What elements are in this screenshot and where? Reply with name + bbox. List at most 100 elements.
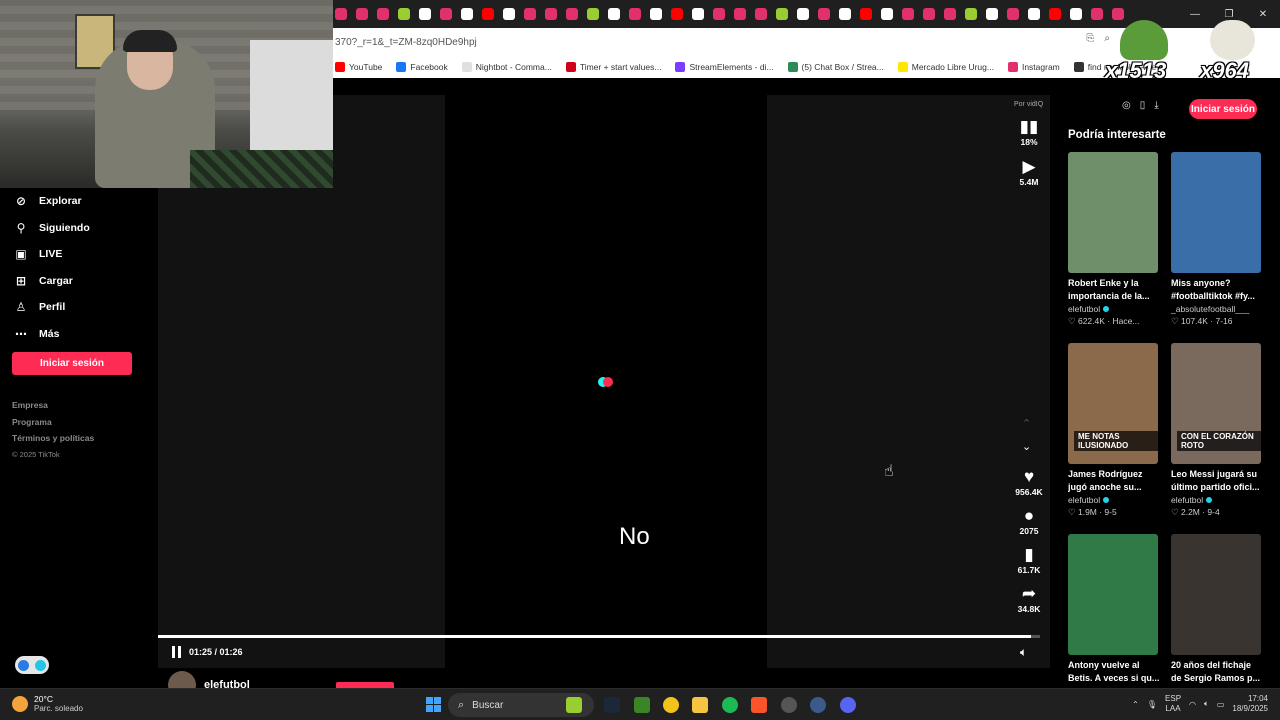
card-title[interactable]: Leo Messi jugará su último partido ofici… (1171, 468, 1263, 495)
save-button[interactable]: ▮ 61.7K (1014, 545, 1044, 575)
bookmark-item[interactable]: Instagram (1006, 62, 1060, 72)
suggestion-card[interactable]: Robert Enke y la importancia de la... ele… (1068, 152, 1160, 327)
browser-tab-icon[interactable] (482, 8, 494, 20)
compass-small-icon[interactable]: ◎ (1122, 100, 1131, 111)
suggestion-card[interactable]: ME NOTAS ILUSIONADO James Rodríguez jugó … (1068, 343, 1160, 518)
bookmark-item[interactable]: YouTube (333, 62, 382, 72)
browser-tab-icon[interactable] (860, 8, 872, 20)
browser-tab-icon[interactable] (377, 8, 389, 20)
login-button-top[interactable]: Iniciar sesión (1189, 99, 1257, 119)
app2-icon[interactable] (810, 697, 826, 713)
card-author[interactable]: elefutbol (1068, 495, 1160, 505)
minecraft-icon[interactable] (634, 697, 650, 713)
minimize-icon[interactable]: — (1178, 9, 1212, 20)
browser-tab-icon[interactable] (545, 8, 557, 20)
browser-tab-icon[interactable] (776, 8, 788, 20)
device-icon[interactable]: ▯ (1140, 100, 1146, 111)
card-author[interactable]: elefutbol (1171, 495, 1263, 505)
browser-tab-icon[interactable] (1007, 8, 1019, 20)
system-tray[interactable]: ⌃ 🎙︎ ESP LAA ◠ 🔈︎ ▭ 17:04 18/9/2025 (1132, 694, 1268, 714)
card-title[interactable]: Robert Enke y la importancia de la... (1068, 277, 1160, 304)
browser-tab-icon[interactable] (629, 8, 641, 20)
language-indicator[interactable]: ESP LAA (1165, 694, 1181, 714)
browser-tab-icon[interactable] (1049, 8, 1061, 20)
card-author[interactable]: elefutbol (1068, 304, 1160, 314)
browser-tab-icon[interactable] (839, 8, 851, 20)
install-app-icon[interactable]: ⎘ (1086, 33, 1094, 44)
browser-tab-icon[interactable] (398, 8, 410, 20)
login-button[interactable]: Iniciar sesión (12, 352, 132, 375)
browser-tab-icon[interactable] (923, 8, 935, 20)
widget-icon[interactable] (566, 697, 582, 713)
volume-icon[interactable]: 🔈︎ (1020, 645, 1027, 660)
sidebar-item-live[interactable]: ▣ LIVE (0, 241, 158, 268)
browser-tab-icon[interactable] (902, 8, 914, 20)
browser-tab-icon[interactable] (671, 8, 683, 20)
chrome-icon[interactable] (663, 697, 679, 713)
footer-link-programa[interactable]: Programa (12, 417, 94, 434)
browser-tab-icon[interactable] (1091, 8, 1103, 20)
browser-tab-icon[interactable] (881, 8, 893, 20)
browser-tab-icon[interactable] (650, 8, 662, 20)
footer-link-terminos[interactable]: Términos y políticas (12, 433, 94, 450)
tab-icons-row[interactable] (333, 8, 1131, 20)
brave-icon[interactable] (751, 697, 767, 713)
card-title[interactable]: Miss anyone? #footballtiktok #fy... (1171, 277, 1263, 304)
bookmark-item[interactable]: Facebook (394, 62, 448, 72)
video-progress-bar[interactable] (158, 635, 1040, 638)
battery-icon[interactable]: ▭ (1217, 700, 1225, 709)
pause-button[interactable] (172, 646, 184, 660)
share-button[interactable]: ➦ 34.8K (1014, 584, 1044, 614)
video-thumbnail[interactable]: CON EL CORAZÓN ROTO (1171, 343, 1261, 464)
file-explorer-icon[interactable] (692, 697, 708, 713)
views-action[interactable]: ▶ 5.4M (1014, 157, 1044, 187)
browser-tab-icon[interactable] (755, 8, 767, 20)
suggestion-card[interactable]: Antony vuelve al Betis. A veces si qu... (1068, 534, 1160, 686)
bookmark-item[interactable]: Mercado Libre Urug... (896, 62, 994, 72)
discord-icon[interactable] (840, 697, 856, 713)
steam-icon[interactable] (604, 697, 620, 713)
video-thumbnail[interactable] (1068, 534, 1158, 655)
clock[interactable]: 17:04 18/9/2025 (1232, 694, 1268, 714)
weather-widget[interactable]: 20°C Parc. soleado (12, 694, 83, 713)
browser-tab-icon[interactable] (713, 8, 725, 20)
bookmark-item[interactable]: Nightbot - Comma... (460, 62, 552, 72)
chevron-down-icon[interactable]: ⌄ (1022, 440, 1031, 453)
extension-pill[interactable] (15, 656, 49, 674)
card-title[interactable]: 20 años del fichaje de Sergio Ramos p... (1171, 659, 1263, 686)
comment-button[interactable]: ● 2075 (1014, 506, 1044, 536)
browser-tab-icon[interactable] (1028, 8, 1040, 20)
bookmark-item[interactable]: (5) Chat Box / Strea... (786, 62, 884, 72)
card-title[interactable]: Antony vuelve al Betis. A veces si qu... (1068, 659, 1160, 686)
video-thumbnail[interactable] (1171, 534, 1261, 655)
browser-tab-icon[interactable] (461, 8, 473, 20)
app-icon[interactable] (781, 697, 797, 713)
video-thumbnail[interactable]: ME NOTAS ILUSIONADO (1068, 343, 1158, 464)
browser-tab-icon[interactable] (797, 8, 809, 20)
speaker-icon[interactable]: 🔈︎ (1204, 699, 1209, 709)
browser-tab-icon[interactable] (965, 8, 977, 20)
browser-tab-icon[interactable] (503, 8, 515, 20)
browser-tab-icon[interactable] (944, 8, 956, 20)
browser-tab-icon[interactable] (419, 8, 431, 20)
browser-tab-icon[interactable] (608, 8, 620, 20)
browser-tab-icon[interactable] (440, 8, 452, 20)
like-button[interactable]: ♥ 956.4K (1014, 467, 1044, 497)
microphone-icon[interactable]: 🎙︎ (1147, 700, 1157, 709)
wifi-icon[interactable]: ◠ (1189, 700, 1196, 709)
card-author[interactable]: _absolutefootball___ (1171, 304, 1263, 314)
windows-start-icon[interactable] (426, 697, 441, 712)
stats-action[interactable]: ▮▮ 18% (1014, 117, 1044, 147)
browser-tab-icon[interactable] (587, 8, 599, 20)
browser-tab-icon[interactable] (1070, 8, 1082, 20)
bookmark-item[interactable]: Timer + start values... (564, 62, 661, 72)
suggestion-card[interactable]: CON EL CORAZÓN ROTO Leo Messi jugará su ú… (1171, 343, 1263, 518)
url-text[interactable]: 370?_r=1&_t=ZM-8zq0HDe9hpj (335, 37, 477, 48)
chevron-up-icon[interactable]: ⌃ (1132, 700, 1139, 709)
bookmark-item[interactable]: StreamElements - di... (673, 62, 774, 72)
browser-tab-icon[interactable] (986, 8, 998, 20)
chevron-up-icon[interactable]: ⌃ (1022, 417, 1031, 430)
sidebar-item-explorar[interactable]: ⊘ Explorar (0, 188, 158, 215)
browser-tab-icon[interactable] (566, 8, 578, 20)
sidebar-item-cargar[interactable]: ⊞ Cargar (0, 268, 158, 295)
